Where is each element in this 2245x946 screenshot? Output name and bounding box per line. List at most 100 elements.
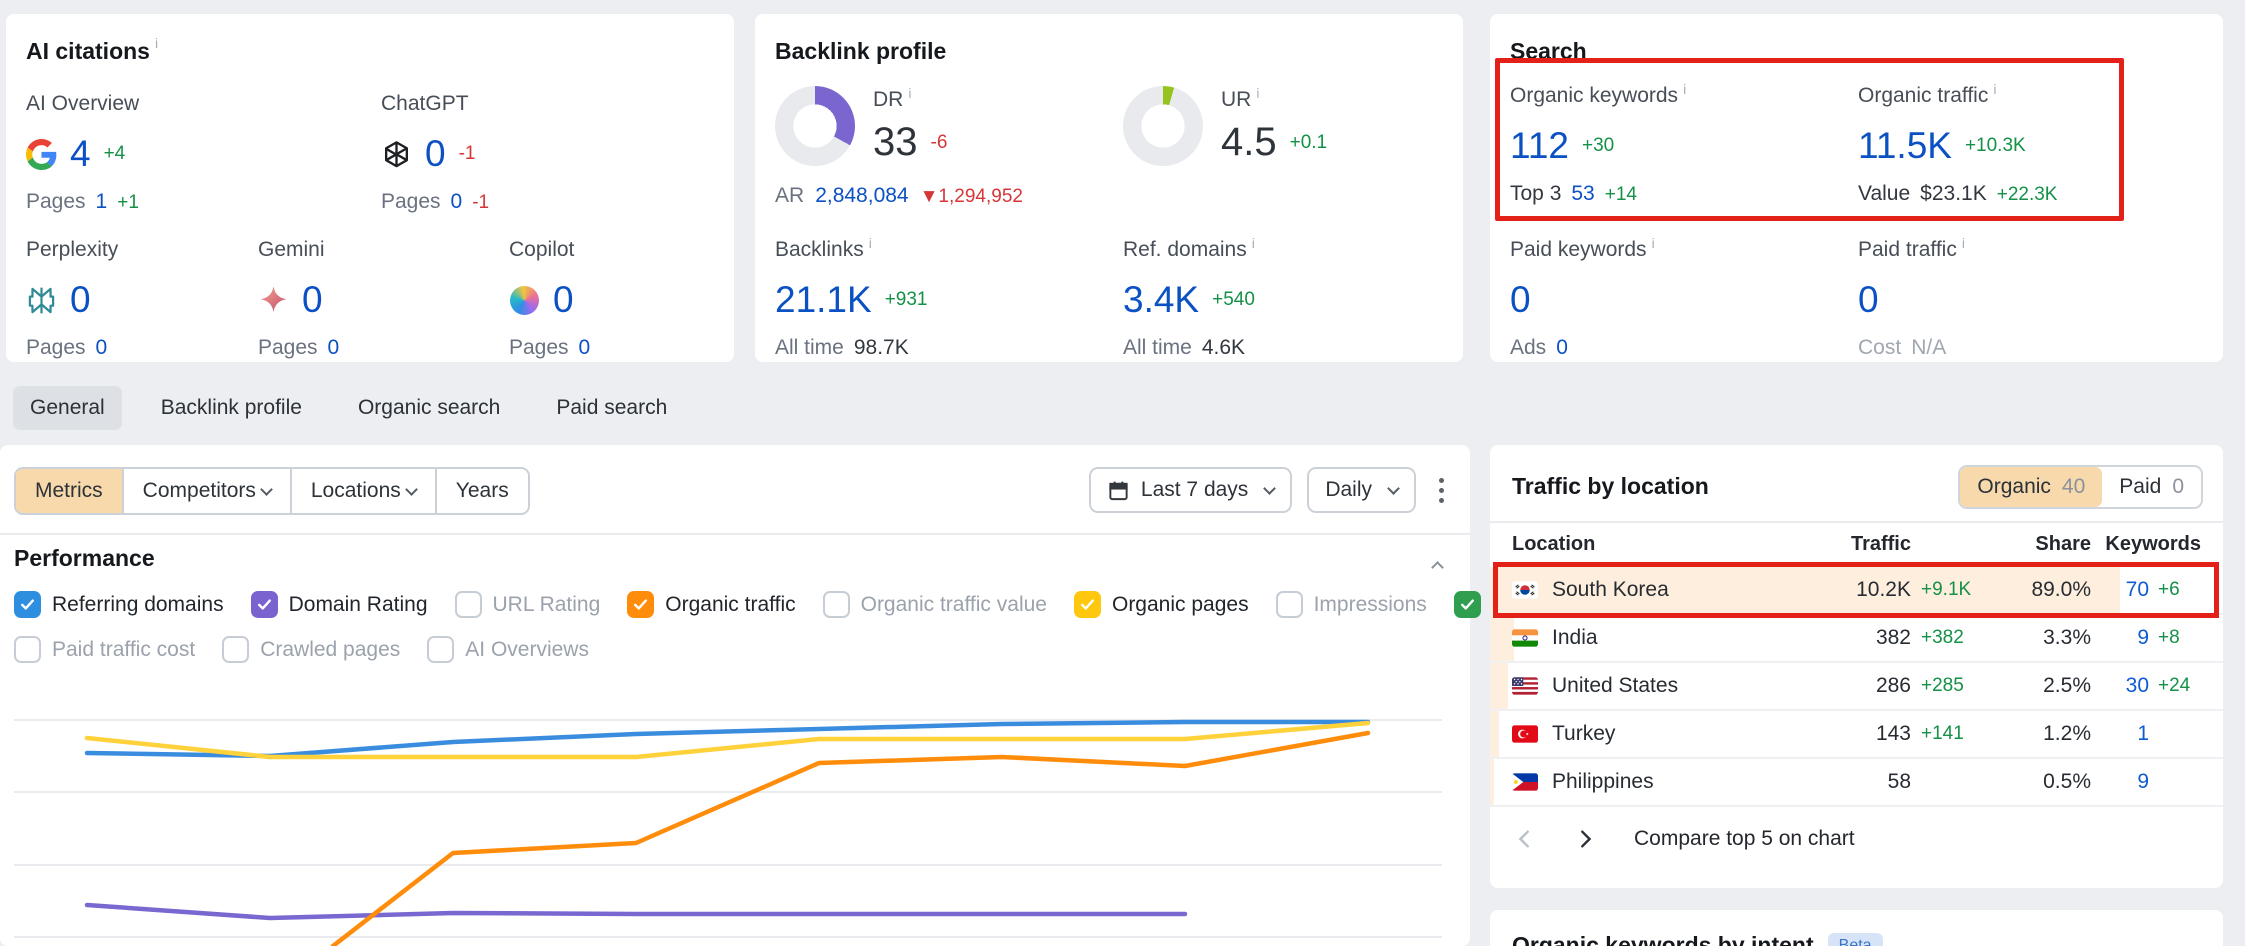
tab-general[interactable]: General	[13, 386, 122, 430]
share-value: 1.2%	[2001, 722, 2091, 746]
backlinks-value[interactable]: 21.1K	[775, 279, 872, 321]
info-icon[interactable]: i	[1252, 236, 1255, 250]
chart-toolbar: Metrics Competitors Locations Years	[14, 467, 530, 515]
location-row-united-states[interactable]: United States286+2852.5%30+24	[1490, 663, 2223, 711]
years-button[interactable]: Years	[435, 469, 528, 513]
column-share[interactable]: Share	[2001, 533, 2091, 556]
column-location[interactable]: Location	[1512, 533, 1801, 556]
metric-checkbox-crawled-pages[interactable]: Crawled pages	[222, 636, 400, 663]
tab-paid-search[interactable]: Paid search	[539, 386, 684, 430]
keywords-by-intent-panel: Organic keywords by intent Beta	[1490, 910, 2223, 946]
metric-checkbox-organic-traffic[interactable]: Organic traffic	[627, 591, 795, 618]
copilot-value: 0	[553, 279, 574, 321]
info-icon[interactable]: i	[1993, 82, 1996, 96]
metric-checkbox-url-rating[interactable]: URL Rating	[455, 591, 601, 618]
divider	[1490, 521, 2223, 523]
checkbox-label: URL Rating	[493, 593, 601, 617]
pages-value[interactable]: 1	[96, 190, 108, 214]
pages-value[interactable]: 0	[328, 336, 340, 360]
info-icon[interactable]: i	[155, 36, 158, 50]
info-icon[interactable]: i	[1256, 86, 1259, 100]
ref-domains-value[interactable]: 3.4K	[1123, 279, 1199, 321]
stat-organic-keywords: Organic keywordsi 112 +30 Top 3 53 +14	[1510, 84, 1840, 206]
top3-value[interactable]: 53	[1571, 182, 1594, 206]
next-page-icon[interactable]	[1574, 828, 1596, 850]
cost-label: Cost	[1858, 336, 1901, 360]
paid-count: 0	[2172, 475, 2184, 499]
column-traffic[interactable]: Traffic	[1801, 533, 1911, 556]
metric-checkbox-paid-traffic-cost[interactable]: Paid traffic cost	[14, 636, 195, 663]
ref-domains-label: Ref. domainsi	[1123, 238, 1453, 262]
location-row-south-korea[interactable]: South Korea10.2K+9.1K89.0%70+6	[1490, 567, 2223, 615]
tab-backlink-profile[interactable]: Backlink profile	[144, 386, 319, 430]
ahrefs-rank-line: AR 2,848,084 ▼1,294,952	[775, 184, 1023, 208]
chart-filter-group: Metrics Competitors Locations Years	[14, 467, 530, 515]
metric-checkbox-organic-pages[interactable]: Organic pages	[1074, 591, 1249, 618]
tab-organic-search[interactable]: Organic search	[341, 386, 517, 430]
organic-traffic-value[interactable]: 11.5K	[1858, 125, 1952, 167]
performance-title: Performance	[14, 545, 155, 572]
metric-checkbox-organic-traffic-value[interactable]: Organic traffic value	[823, 591, 1047, 618]
paid-keywords-value[interactable]: 0	[1510, 279, 1531, 321]
more-options-icon[interactable]	[1431, 470, 1452, 511]
info-icon[interactable]: i	[908, 86, 911, 100]
toggle-paid[interactable]: Paid 0	[2102, 467, 2201, 507]
date-range-button[interactable]: Last 7 days	[1089, 467, 1292, 513]
pages-value[interactable]: 0	[451, 190, 463, 214]
keywords-value[interactable]: 9	[2091, 626, 2149, 650]
location-row-philippines[interactable]: Philippines580.5%9	[1490, 759, 2223, 807]
granularity-button[interactable]: Daily	[1307, 467, 1416, 513]
checkbox-label: Organic pages	[1112, 593, 1249, 617]
metric-checkbox-domain-rating[interactable]: Domain Rating	[251, 591, 428, 618]
paid-traffic-value[interactable]: 0	[1858, 279, 1879, 321]
organic-keywords-value[interactable]: 112	[1510, 125, 1569, 167]
checkbox-label: Paid traffic cost	[52, 638, 195, 662]
metric-checkbox-impressions[interactable]: Impressions	[1276, 591, 1427, 618]
stat-label: ChatGPT	[381, 92, 711, 116]
pages-value[interactable]: 0	[579, 336, 591, 360]
ar-value[interactable]: 2,848,084	[815, 184, 908, 208]
keywords-value[interactable]: 30	[2091, 674, 2149, 698]
checkbox-icon	[1074, 591, 1101, 618]
stat-backlinks: Backlinksi 21.1K +931 All time 98.7K	[775, 238, 1105, 360]
value-delta: +22.3K	[1997, 184, 2058, 206]
info-icon[interactable]: i	[869, 236, 872, 250]
ads-value[interactable]: 0	[1556, 336, 1568, 360]
checkbox-label: AI Overviews	[465, 638, 589, 662]
flag-icon-in	[1512, 629, 1538, 647]
ref-domains-delta: +540	[1212, 289, 1255, 311]
competitors-button[interactable]: Competitors	[122, 469, 290, 513]
dr-label: DRi	[873, 88, 947, 112]
location-row-turkey[interactable]: Turkey143+1411.2%1	[1490, 711, 2223, 759]
checkbox-label: Referring domains	[52, 593, 224, 617]
toggle-organic[interactable]: Organic 40	[1960, 467, 2102, 507]
backlinks-label: Backlinksi	[775, 238, 1105, 262]
flag-icon-us	[1512, 677, 1538, 695]
column-keywords[interactable]: Keywords	[2091, 533, 2201, 556]
metric-checkbox-row-2: Paid traffic cost Crawled pages AI Overvie…	[14, 636, 589, 663]
keywords-value[interactable]: 1	[2091, 722, 2149, 746]
keywords-value[interactable]: 9	[2091, 770, 2149, 794]
pages-delta: -1	[472, 192, 489, 214]
info-icon[interactable]: i	[1962, 236, 1965, 250]
metric-checkbox-ai-overviews[interactable]: AI Overviews	[427, 636, 589, 663]
locations-button[interactable]: Locations	[290, 469, 435, 513]
location-row-india[interactable]: India382+3823.3%9+8	[1490, 615, 2223, 663]
pages-value[interactable]: 0	[96, 336, 108, 360]
metric-checkbox-referring-domains[interactable]: Referring domains	[14, 591, 224, 618]
collapse-section-icon[interactable]	[1427, 557, 1442, 575]
checkbox-label: Domain Rating	[289, 593, 428, 617]
checkbox-icon	[14, 636, 41, 663]
location-name: Philippines	[1552, 770, 1801, 794]
keywords-value[interactable]: 70	[2091, 578, 2149, 602]
dr-donut-chart	[775, 86, 855, 166]
stat-organic-traffic: Organic traffici 11.5K +10.3K Value $23.…	[1858, 84, 2188, 206]
performance-line-chart[interactable]	[0, 685, 1470, 946]
pages-delta: +1	[117, 192, 139, 214]
info-icon[interactable]: i	[1683, 82, 1686, 96]
compare-top5-button[interactable]: Compare top 5 on chart	[1634, 827, 1855, 851]
metrics-button[interactable]: Metrics	[16, 469, 122, 513]
prev-page-icon[interactable]	[1514, 828, 1536, 850]
keywords-delta: +24	[2149, 675, 2201, 697]
info-icon[interactable]: i	[1652, 236, 1655, 250]
